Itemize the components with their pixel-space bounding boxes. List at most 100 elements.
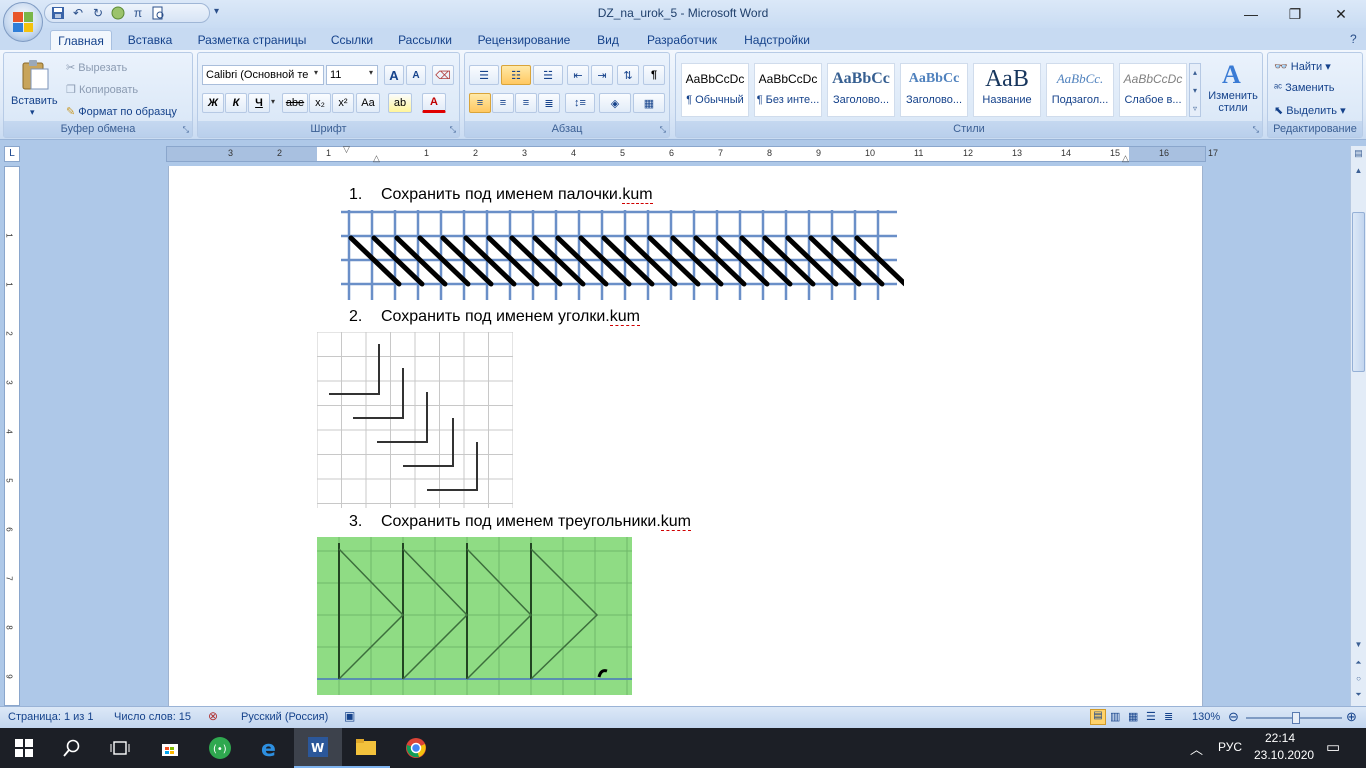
office-button[interactable] xyxy=(3,2,43,42)
align-right-button[interactable]: ≡ xyxy=(515,93,537,113)
style-title[interactable]: АаВ Название xyxy=(973,63,1041,117)
underline-dropdown-icon[interactable]: ▾ xyxy=(271,97,275,106)
font-dialog-launcher-icon[interactable]: ⤡ xyxy=(450,125,456,135)
style-heading-1[interactable]: AaBbCc Заголово... xyxy=(827,63,895,117)
style-heading-2[interactable]: AaBbCc Заголово... xyxy=(900,63,968,117)
help-icon[interactable]: ? xyxy=(1350,32,1357,46)
figure-sticks[interactable] xyxy=(339,210,904,302)
prev-page-icon[interactable]: ⏶ xyxy=(1352,658,1365,672)
clock-time[interactable]: 22:14 xyxy=(1265,731,1295,745)
tab-page-layout[interactable]: Разметка страницы xyxy=(192,30,312,50)
taskbar-word[interactable]: W xyxy=(294,728,342,768)
page-count[interactable]: Страница: 1 из 1 xyxy=(8,711,94,723)
font-name-dropdown-icon[interactable]: ▾ xyxy=(314,68,318,77)
tab-addins[interactable]: Надстройки xyxy=(736,30,818,50)
word-count[interactable]: Число слов: 15 xyxy=(114,711,191,723)
subscript-button[interactable]: x₂ xyxy=(309,93,331,113)
increase-indent-button[interactable]: ⇥ xyxy=(591,65,613,85)
align-center-button[interactable]: ≡ xyxy=(492,93,514,113)
taskbar-edge[interactable]: e xyxy=(246,728,294,768)
ruler-toggle-icon[interactable]: ▤ xyxy=(1352,148,1365,162)
multilevel-list-button[interactable]: ☱ xyxy=(533,65,563,85)
macro-icon[interactable]: ▣ xyxy=(344,709,355,723)
paste-button[interactable]: Вставить ▾ xyxy=(8,57,60,117)
document-page[interactable]: 1. Сохранить под именем палочки.kum 2. С… xyxy=(168,166,1203,706)
italic-button[interactable]: К xyxy=(225,93,247,113)
font-size-dropdown-icon[interactable]: ▾ xyxy=(369,68,373,77)
change-styles-button[interactable]: A Изменить стили xyxy=(1204,59,1262,121)
copy-button[interactable]: ❐ Копировать xyxy=(66,83,138,96)
decrease-indent-button[interactable]: ⇤ xyxy=(567,65,589,85)
styles-scroll[interactable]: ▴ ▾ ▿ xyxy=(1189,63,1201,117)
paragraph-dialog-launcher-icon[interactable]: ⤡ xyxy=(660,125,666,135)
close-button[interactable]: ✕ xyxy=(1318,0,1364,28)
select-button[interactable]: ⬉ Выделить ▾ xyxy=(1274,104,1346,117)
search-button[interactable] xyxy=(48,728,96,768)
figure-corners[interactable] xyxy=(317,332,513,508)
sort-button[interactable]: ⇅ xyxy=(617,65,639,85)
next-page-icon[interactable]: ⏷ xyxy=(1352,690,1365,704)
grow-font-button[interactable]: A xyxy=(384,65,404,85)
find-button[interactable]: 👓 Найти ▾ xyxy=(1274,60,1331,73)
tab-developer[interactable]: Разработчик xyxy=(638,30,726,50)
keyboard-language[interactable]: РУС xyxy=(1218,740,1242,754)
language-indicator[interactable]: Русский (Россия) xyxy=(241,711,328,723)
print-layout-icon[interactable]: ▤ xyxy=(1090,709,1106,725)
show-marks-button[interactable]: ¶ xyxy=(643,65,665,85)
outline-icon[interactable]: ☰ xyxy=(1146,710,1156,723)
style-subtitle[interactable]: AaBbCc. Подзагол... xyxy=(1046,63,1114,117)
figure-triangles[interactable] xyxy=(317,537,632,695)
font-color-button[interactable]: A xyxy=(422,93,446,113)
taskbar-explorer[interactable] xyxy=(342,728,390,768)
underline-button[interactable]: Ч xyxy=(248,93,270,113)
style-subtle-emphasis[interactable]: AaBbCcDc Слабое в... xyxy=(1119,63,1187,117)
zoom-slider-thumb[interactable] xyxy=(1292,712,1300,724)
zoom-level[interactable]: 130% xyxy=(1192,711,1220,723)
scroll-up-icon[interactable]: ▲ xyxy=(1352,166,1365,180)
first-line-indent-icon[interactable]: ▽ xyxy=(343,144,350,155)
taskbar-store[interactable] xyxy=(146,728,194,768)
strikethrough-button[interactable]: abe xyxy=(282,93,308,113)
tab-view[interactable]: Вид xyxy=(588,30,628,50)
full-screen-reading-icon[interactable]: ▥ xyxy=(1110,710,1120,723)
highlight-button[interactable]: ab xyxy=(388,93,412,113)
justify-button[interactable]: ≣ xyxy=(538,93,560,113)
shrink-font-button[interactable]: A xyxy=(406,65,426,85)
clear-format-button[interactable]: ⌫ xyxy=(432,65,454,85)
zoom-in-icon[interactable]: ⊕ xyxy=(1346,709,1357,725)
web-layout-icon[interactable]: ▦ xyxy=(1128,710,1138,723)
vertical-scrollbar[interactable]: ▤ ▲ ▼ ⏶ ○ ⏷ xyxy=(1350,146,1366,706)
superscript-button[interactable]: x² xyxy=(332,93,354,113)
change-case-button[interactable]: Aa xyxy=(356,93,380,113)
numbering-button[interactable]: ☷ xyxy=(501,65,531,85)
cut-button[interactable]: ✂ Вырезать xyxy=(66,61,127,74)
restore-button[interactable]: ❐ xyxy=(1272,0,1318,28)
replace-button[interactable]: ᵃᶜ Заменить xyxy=(1274,82,1335,94)
clock-date[interactable]: 23.10.2020 xyxy=(1254,748,1314,762)
borders-button[interactable]: ▦ xyxy=(633,93,665,113)
bullets-button[interactable]: ☰ xyxy=(469,65,499,85)
tray-chevron-icon[interactable]: ︿ xyxy=(1190,739,1203,758)
tab-references[interactable]: Ссылки xyxy=(322,30,382,50)
tab-home[interactable]: Главная xyxy=(50,30,112,50)
styles-dialog-launcher-icon[interactable]: ⤡ xyxy=(1253,125,1259,135)
proofing-icon[interactable]: ⊗ xyxy=(208,709,218,723)
format-painter-button[interactable]: ✎ Формат по образцу xyxy=(66,105,177,118)
dialog-launcher-icon[interactable]: ⤡ xyxy=(183,125,189,135)
tab-selector-button[interactable]: L xyxy=(4,146,20,162)
task-view-button[interactable] xyxy=(96,728,144,768)
right-indent-icon[interactable]: △ xyxy=(1122,153,1129,164)
paste-dropdown-icon[interactable]: ▾ xyxy=(30,107,35,118)
left-indent-icon[interactable]: △ xyxy=(373,153,380,164)
start-button[interactable] xyxy=(0,728,48,768)
vertical-ruler[interactable]: 112345678910 xyxy=(4,166,20,730)
bold-button[interactable]: Ж xyxy=(202,93,224,113)
scroll-down-icon[interactable]: ▼ xyxy=(1352,640,1365,654)
taskbar-chrome[interactable] xyxy=(392,728,440,768)
style-normal[interactable]: AaBbCcDc ¶ Обычный xyxy=(681,63,749,117)
taskbar-app-green[interactable]: (•) xyxy=(196,728,244,768)
minimize-button[interactable]: — xyxy=(1228,0,1274,28)
align-left-button[interactable]: ≡ xyxy=(469,93,491,113)
draft-icon[interactable]: ≣ xyxy=(1164,710,1173,723)
style-no-spacing[interactable]: AaBbCcDc ¶ Без инте... xyxy=(754,63,822,117)
